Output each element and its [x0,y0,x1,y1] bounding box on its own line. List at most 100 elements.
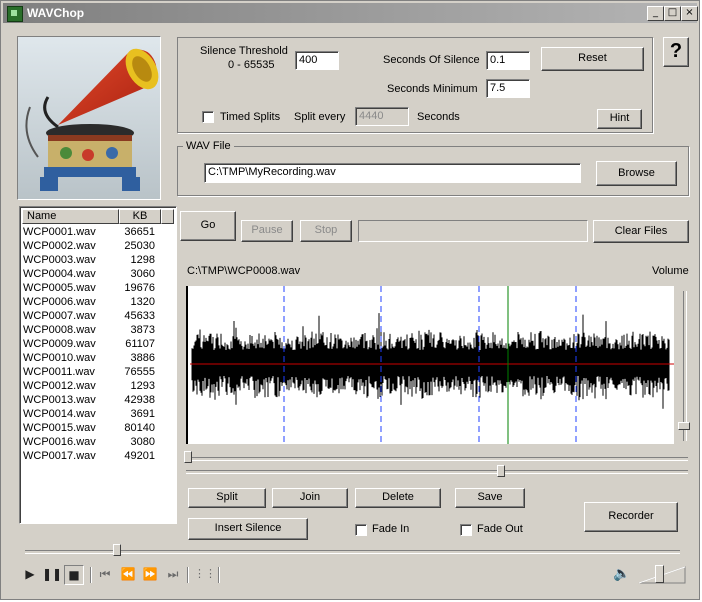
file-name: WCP0003.wav [23,254,96,266]
file-size-kb: 25030 [124,240,155,252]
list-item[interactable]: WCP0004.wav 3060 [23,267,173,281]
file-name: WCP0004.wav [23,268,96,280]
file-name: WCP0014.wav [23,408,96,420]
clear-files-button[interactable]: Clear Files [593,220,689,243]
join-button[interactable]: Join [272,488,348,508]
seconds-of-silence-input[interactable]: 0.1 [486,51,530,70]
hint-button[interactable]: Hint [597,109,642,129]
list-item[interactable]: WCP0001.wav 36651 [23,225,173,239]
maximize-button[interactable]: □ [664,6,681,21]
recorder-button[interactable]: Recorder [584,502,678,532]
output-file-list[interactable]: Name KB WCP0001.wav 36651 WCP0002.wav 25030… [19,206,177,524]
playback-position-thumb[interactable] [112,544,121,556]
list-item[interactable]: WCP0009.wav 61107 [23,337,173,351]
fade-in-checkbox[interactable] [355,524,367,536]
list-item[interactable]: WCP0002.wav 25030 [23,239,173,253]
gramophone-logo [18,37,160,199]
fade-out-label: Fade Out [477,523,523,535]
fast-forward-icon[interactable]: ⏩ [141,565,159,583]
list-item[interactable]: WCP0011.wav 76555 [23,365,173,379]
play-icon[interactable]: ▶ [21,565,39,583]
close-button[interactable]: × [681,6,698,21]
waveform-display[interactable] [186,286,674,444]
stop-button[interactable]: Stop [300,220,352,242]
split-every-label: Split every [294,111,346,123]
list-item[interactable]: WCP0003.wav 1298 [23,253,173,267]
list-item[interactable]: WCP0010.wav 3886 [23,351,173,365]
toolbar-divider [90,567,92,583]
help-button[interactable]: ? [663,37,689,67]
timed-splits-checkbox[interactable] [202,111,214,123]
seconds-minimum-input[interactable]: 7.5 [486,79,530,98]
list-item[interactable]: WCP0017.wav 49201 [23,449,173,463]
column-header-kb[interactable]: KB [119,209,161,224]
toolbar-divider [187,567,189,583]
volume-label: Volume [652,265,689,277]
app-window: WAVChop _ □ × Silence Threshold 0 - 6553… [0,0,700,600]
silence-range-label: 0 - 65535 [228,59,275,71]
file-name: WCP0001.wav [23,226,96,238]
file-name: WCP0007.wav [23,310,96,322]
save-button[interactable]: Save [455,488,525,508]
volume-slider-track[interactable] [683,291,687,441]
list-item[interactable]: WCP0015.wav 80140 [23,421,173,435]
file-size-kb: 76555 [124,366,155,378]
file-name: WCP0016.wav [23,436,96,448]
current-file-label: C:\TMP\WCP0008.wav [187,265,301,277]
skip-end-icon[interactable]: ⏭ [164,565,182,583]
column-header-name[interactable]: Name [22,209,119,224]
file-name: WCP0009.wav [23,338,96,350]
list-item[interactable]: WCP0008.wav 3873 [23,323,173,337]
skip-start-icon[interactable]: ⏮ [96,565,114,583]
playlist-icon[interactable]: ⋮⋮ [194,565,216,583]
silence-threshold-input[interactable]: 400 [295,51,339,70]
scroll-slider-thumb[interactable] [497,465,505,477]
delete-button[interactable]: Delete [355,488,441,508]
playback-position-track[interactable] [25,550,680,554]
scroll-slider-track[interactable] [186,470,688,474]
pause-icon[interactable]: ❚❚ [42,565,62,583]
file-name: WCP0006.wav [23,296,96,308]
file-size-kb: 3873 [130,324,155,336]
browse-button[interactable]: Browse [596,161,677,186]
pause-button[interactable]: Pause [241,220,293,242]
split-button[interactable]: Split [188,488,266,508]
list-item[interactable]: WCP0006.wav 1320 [23,295,173,309]
reset-button[interactable]: Reset [541,47,644,71]
speaker-icon[interactable]: 🔈 [613,565,631,583]
file-size-kb: 1298 [130,254,155,266]
file-size-kb: 19676 [124,282,155,294]
silence-threshold-label: Silence Threshold [200,45,288,57]
file-size-kb: 45633 [124,310,155,322]
volume-slider-thumb[interactable] [678,422,690,430]
progress-bar [358,220,588,242]
list-item[interactable]: WCP0014.wav 3691 [23,407,173,421]
player-volume-thumb[interactable] [655,565,664,583]
list-item[interactable]: WCP0016.wav 3080 [23,435,173,449]
insert-silence-button[interactable]: Insert Silence [188,518,308,540]
go-button[interactable]: Go [180,211,236,241]
file-name: WCP0010.wav [23,352,96,364]
fade-out-checkbox[interactable] [460,524,472,536]
list-item[interactable]: WCP0012.wav 1293 [23,379,173,393]
list-item[interactable]: WCP0013.wav 42938 [23,393,173,407]
minimize-button[interactable]: _ [647,6,664,21]
seconds-minimum-label: Seconds Minimum [387,83,478,95]
rewind-icon[interactable]: ⏪ [119,565,137,583]
zoom-slider-thumb[interactable] [184,451,192,463]
file-name: WCP0015.wav [23,422,96,434]
app-icon [7,6,23,22]
list-item[interactable]: WCP0007.wav 45633 [23,309,173,323]
title-bar[interactable]: WAVChop _ □ × [3,3,698,23]
stop-icon[interactable]: ■ [65,566,83,584]
split-every-input[interactable]: 4440 [355,107,409,126]
list-item[interactable]: WCP0005.wav 19676 [23,281,173,295]
wav-file-path-input[interactable]: C:\TMP\MyRecording.wav [204,163,581,183]
fade-in-label: Fade In [372,523,410,535]
toolbar-divider [218,567,220,583]
logo-frame [17,36,161,200]
file-size-kb: 49201 [124,450,155,462]
zoom-slider-track[interactable] [186,457,688,461]
file-size-kb: 61107 [125,338,155,350]
column-header-spacer [161,209,174,224]
